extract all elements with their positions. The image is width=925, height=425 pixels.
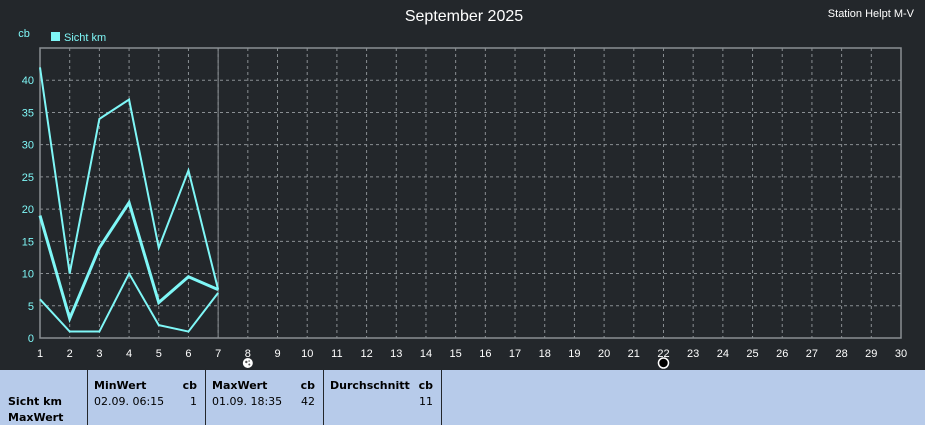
x-tick-label: 9 (274, 348, 280, 360)
x-tick-label: 26 (776, 348, 788, 360)
stats-max-cell: MaxWert cb 01.09. 18:35 42 (206, 370, 324, 425)
x-tick-label: 23 (687, 348, 699, 360)
stats-label-cell: Sicht km MaxWert (0, 370, 88, 425)
x-tick-label: 19 (568, 348, 580, 360)
max-header: MaxWert (212, 379, 268, 392)
x-tick-label: 14 (420, 348, 432, 360)
x-tick-label: 12 (360, 348, 372, 360)
legend-swatch (51, 32, 60, 41)
y-tick-label: 0 (28, 333, 34, 345)
x-tick-label: 18 (539, 348, 551, 360)
x-tick-label: 20 (598, 348, 610, 360)
series-line-max (39, 67, 220, 290)
avg-header: Durchschnitt (330, 379, 410, 392)
x-tick-label: 30 (895, 348, 907, 360)
stats-row-label: Sicht km (8, 395, 62, 408)
min-date: 02.09. 06:15 (94, 395, 165, 408)
new-moon-icon (657, 357, 670, 369)
min-header: MinWert (94, 379, 147, 392)
x-tick-label: 29 (865, 348, 877, 360)
x-tick-label: 17 (509, 348, 521, 360)
max-unit: cb (300, 379, 315, 392)
stats-min-cell: MinWert cb 02.09. 06:15 1 (88, 370, 206, 425)
x-tick-label: 15 (450, 348, 462, 360)
stats-row-sublabel: MaxWert (8, 411, 64, 424)
x-tick-label: 6 (185, 348, 191, 360)
x-tick-label: 11 (331, 348, 342, 360)
y-tick-label: 10 (22, 269, 34, 281)
x-tick-label: 3 (96, 348, 102, 360)
x-tick-label: 7 (215, 348, 221, 360)
legend-label: Sicht km (64, 32, 106, 44)
y-tick-label: 15 (22, 236, 34, 248)
x-tick-label: 13 (390, 348, 402, 360)
min-unit: cb (182, 379, 197, 392)
y-tick-label: 20 (22, 204, 34, 216)
y-tick-label: 40 (22, 75, 34, 87)
chart-area: September 2025 Station Helpt M-V cb Sich… (0, 0, 925, 370)
chart-svg: September 2025 Station Helpt M-V cb Sich… (18, 8, 915, 369)
x-tick-label: 25 (746, 348, 758, 360)
stats-avg-cell: Durchschnitt cb 11 (324, 370, 442, 425)
station-name: Station Helpt M-V (828, 8, 915, 20)
x-tick-label: 28 (835, 348, 847, 360)
x-tick-label: 24 (717, 348, 729, 360)
max-value: 42 (301, 395, 315, 408)
avg-unit: cb (418, 379, 433, 392)
x-tick-label: 10 (301, 348, 313, 360)
stats-panel: Sicht km MaxWert MinWert cb 02.09. 06:15… (0, 370, 925, 425)
y-tick-label: 5 (28, 301, 34, 313)
x-tick-label: 4 (126, 348, 132, 360)
y-tick-label: 25 (22, 172, 34, 184)
min-value: 1 (190, 395, 197, 408)
y-tick-label: 30 (22, 140, 34, 152)
x-tick-label: 5 (156, 348, 162, 360)
chart-title: September 2025 (405, 8, 523, 25)
y-unit-label: cb (18, 28, 30, 40)
x-tick-label: 2 (67, 348, 73, 360)
x-tick-label: 21 (628, 348, 640, 360)
x-tick-label: 27 (806, 348, 818, 360)
x-tick-label: 1 (37, 348, 43, 360)
stats-empty-area (442, 370, 925, 425)
y-tick-label: 35 (22, 107, 34, 119)
avg-value: 11 (419, 395, 433, 408)
max-date: 01.09. 18:35 (212, 395, 283, 408)
x-tick-label: 16 (479, 348, 491, 360)
full-moon-icon (242, 358, 253, 368)
